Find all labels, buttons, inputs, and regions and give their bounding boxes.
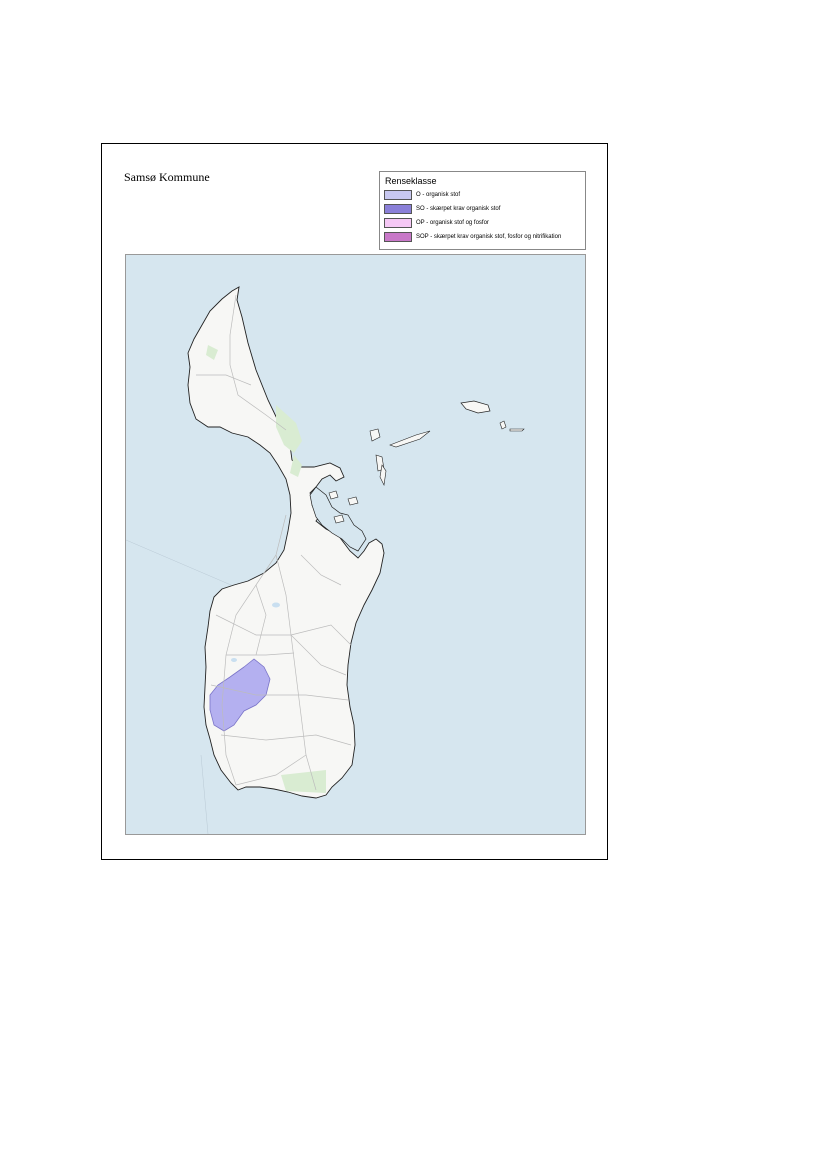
- legend-label-op: OP - organisk stof og fosfor: [416, 219, 489, 226]
- legend-swatch-so: [384, 203, 412, 214]
- legend-label-o: O - organisk stof: [416, 191, 461, 198]
- map-title: Samsø Kommune: [124, 170, 210, 184]
- legend: Renseklasse O - organisk stof SO - skærp…: [379, 171, 586, 250]
- legend-item-op: OP - organisk stof og fosfor: [384, 217, 489, 228]
- legend-item-o: O - organisk stof: [384, 189, 460, 200]
- legend-title: Renseklasse: [385, 176, 437, 186]
- islet-east: [509, 428, 525, 432]
- legend-item-so: SO - skærpet krav organisk stof: [384, 203, 500, 214]
- legend-swatch-op: [384, 217, 412, 228]
- lake: [272, 602, 280, 608]
- legend-label-so: SO - skærpet krav organisk stof: [416, 205, 501, 212]
- lake: [231, 658, 237, 662]
- legend-swatch-sop: [384, 231, 412, 242]
- map-sheet: Samsø Kommune Renseklasse O - organisk s…: [101, 143, 608, 860]
- legend-item-sop: SOP - skærpet krav organisk stof, fosfor…: [384, 231, 561, 242]
- legend-swatch-o: [384, 189, 412, 200]
- legend-label-sop: SOP - skærpet krav organisk stof, fosfor…: [416, 233, 562, 240]
- map-canvas[interactable]: [125, 254, 586, 835]
- map-svg: [126, 255, 585, 834]
